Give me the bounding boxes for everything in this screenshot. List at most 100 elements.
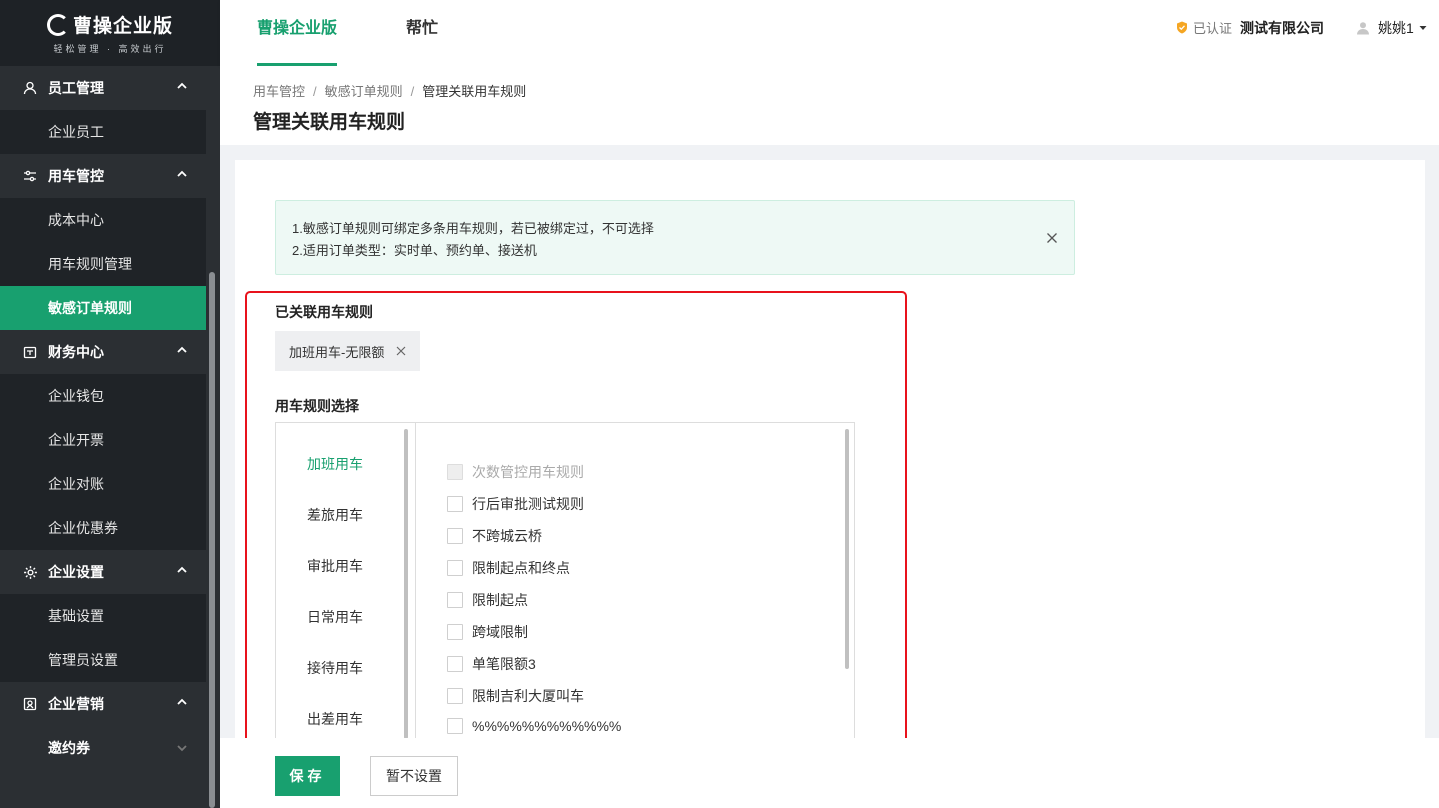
breadcrumb-separator: / xyxy=(313,84,317,99)
sidebar-item-admin-settings[interactable]: 管理员设置 xyxy=(0,638,206,682)
rule-option-label: 限制吉利大厦叫车 xyxy=(472,688,584,704)
rule-option[interactable]: 限制吉利大厦叫车 xyxy=(447,686,584,706)
rule-option[interactable]: 行后审批测试规则 xyxy=(447,494,584,514)
caret-down-icon xyxy=(1419,26,1427,30)
verified-badge: 已认证 xyxy=(1176,18,1232,37)
rule-option-label: 行后审批测试规则 xyxy=(472,496,584,512)
checkbox xyxy=(447,464,463,480)
rule-option[interactable]: 跨域限制 xyxy=(447,622,528,642)
rule-option[interactable]: 限制起点和终点 xyxy=(447,558,570,578)
company-name[interactable]: 测试有限公司 xyxy=(1240,18,1324,38)
top-bar: 曹操企业版 帮忙 已认证 测试有限公司 姚姚1 xyxy=(220,0,1439,66)
category-list: 加班用车 差旅用车 审批用车 日常用车 接待用车 出差用车 xyxy=(276,423,416,738)
menu-group-finance[interactable]: 财务中心 xyxy=(0,330,206,374)
sidebar-item-staff[interactable]: 企业员工 xyxy=(0,110,206,154)
category-item[interactable]: 接待用车 xyxy=(307,658,363,678)
checkbox[interactable] xyxy=(447,560,463,576)
sliders-icon xyxy=(22,168,38,184)
remove-tag-icon[interactable] xyxy=(396,346,406,356)
category-scrollbar[interactable] xyxy=(404,429,408,738)
checkbox[interactable] xyxy=(447,528,463,544)
save-button[interactable]: 保存 xyxy=(275,756,340,796)
notice-line: 2.适用订单类型：实时单、预约单、接送机 xyxy=(292,243,537,258)
chevron-up-icon xyxy=(177,82,187,89)
sidebar-item-sensitive-order-rules[interactable]: 敏感订单规则 xyxy=(0,286,206,330)
user-name: 姚姚1 xyxy=(1378,20,1414,36)
logo-title: 曹操企业版 xyxy=(72,16,173,37)
gear-icon xyxy=(22,564,38,580)
menu-group-label: 财务中心 xyxy=(48,344,104,360)
gift-icon xyxy=(22,696,38,712)
menu-group-label: 企业设置 xyxy=(48,564,104,580)
checkbox[interactable] xyxy=(447,688,463,704)
page-header: 用车管控 / 敏感订单规则 / 管理关联用车规则 管理关联用车规则 xyxy=(220,66,1439,145)
checkbox[interactable] xyxy=(447,718,463,734)
rule-option-label: 限制起点 xyxy=(472,592,528,608)
category-item[interactable]: 审批用车 xyxy=(307,556,363,576)
breadcrumb-item[interactable]: 用车管控 xyxy=(253,84,305,99)
breadcrumb-item[interactable]: 敏感订单规则 xyxy=(325,84,403,99)
sidebar-item-cost-center[interactable]: 成本中心 xyxy=(0,198,206,242)
sidebar-scrollbar-thumb[interactable] xyxy=(209,272,215,808)
verified-label: 已认证 xyxy=(1193,21,1233,36)
category-item[interactable]: 差旅用车 xyxy=(307,505,363,525)
sidebar-menu: 员工管理 企业员工 用车管控 成本中心 用车规则管理 敏感订单规则 财务中心 企… xyxy=(0,66,206,770)
logo-c-icon xyxy=(46,13,69,36)
page-title: 管理关联用车规则 xyxy=(253,112,406,133)
rule-selector: 加班用车 差旅用车 审批用车 日常用车 接待用车 出差用车 次数管控用车规则 行… xyxy=(275,422,855,738)
option-list: 次数管控用车规则 行后审批测试规则 不跨城云桥 限制起点和终点 限制起点 跨域限… xyxy=(416,423,854,738)
sidebar-item-wallet[interactable]: 企业钱包 xyxy=(0,374,206,418)
chevron-up-icon xyxy=(177,698,187,705)
sidebar-item-label: 邀约券 xyxy=(48,740,90,756)
sidebar-item-basic-settings[interactable]: 基础设置 xyxy=(0,594,206,638)
menu-group-label: 企业营销 xyxy=(48,696,104,712)
main-content: 1.敏感订单规则可绑定多条用车规则，若已被绑定过，不可选择 2.适用订单类型：实… xyxy=(235,160,1425,738)
rule-selection-label: 用车规则选择 xyxy=(275,398,359,414)
rule-option-label: 限制起点和终点 xyxy=(472,560,570,576)
sidebar-item-vehicle-rules[interactable]: 用车规则管理 xyxy=(0,242,206,286)
option-scrollbar[interactable] xyxy=(845,429,849,669)
category-item[interactable]: 出差用车 xyxy=(307,709,363,729)
close-icon[interactable] xyxy=(1046,232,1058,244)
checkbox[interactable] xyxy=(447,656,463,672)
breadcrumb: 用车管控 / 敏感订单规则 / 管理关联用车规则 xyxy=(253,81,526,100)
notice-line: 1.敏感订单规则可绑定多条用车规则，若已被绑定过，不可选择 xyxy=(292,221,654,236)
tab-help[interactable]: 帮忙 xyxy=(406,0,438,66)
chevron-down-icon xyxy=(177,745,187,752)
breadcrumb-current: 管理关联用车规则 xyxy=(422,84,527,99)
tag-label: 加班用车-无限额 xyxy=(289,344,385,360)
checkbox[interactable] xyxy=(447,592,463,608)
sidebar-item-invite-coupon[interactable]: 邀约券 xyxy=(0,726,206,770)
rule-option[interactable]: 限制起点 xyxy=(447,590,528,610)
checkbox[interactable] xyxy=(447,496,463,512)
logo-subtitle: 轻松管理 · 高效出行 xyxy=(53,44,167,54)
sidebar-item-coupons[interactable]: 企业优惠券 xyxy=(0,506,206,550)
linked-rules-label: 已关联用车规则 xyxy=(275,304,373,320)
rule-option[interactable]: 单笔限额3 xyxy=(447,654,536,674)
rule-option[interactable]: %%%%%%%%%%%% xyxy=(447,718,621,734)
rule-option-label: %%%%%%%%%%%% xyxy=(472,718,622,734)
avatar-icon xyxy=(1357,22,1369,35)
menu-group-marketing[interactable]: 企业营销 xyxy=(0,682,206,726)
category-item[interactable]: 日常用车 xyxy=(307,607,363,627)
shield-check-icon xyxy=(1177,21,1187,34)
category-item[interactable]: 加班用车 xyxy=(307,454,363,474)
skip-button[interactable]: 暂不设置 xyxy=(370,756,458,796)
menu-group-vehicle-control[interactable]: 用车管控 xyxy=(0,154,206,198)
sidebar: 曹操企业版 轻松管理 · 高效出行 员工管理 企业员工 用车管控 成本中心 用车… xyxy=(0,0,220,808)
user-menu[interactable]: 姚姚1 xyxy=(1356,18,1427,38)
rule-option-label: 跨域限制 xyxy=(472,624,528,640)
sidebar-item-invoice[interactable]: 企业开票 xyxy=(0,418,206,462)
info-notice: 1.敏感订单规则可绑定多条用车规则，若已被绑定过，不可选择 2.适用订单类型：实… xyxy=(275,200,1075,275)
rule-option: 次数管控用车规则 xyxy=(447,462,584,482)
tab-enterprise[interactable]: 曹操企业版 xyxy=(257,0,338,66)
sidebar-item-reconciliation[interactable]: 企业对账 xyxy=(0,462,206,506)
rule-option-label: 不跨城云桥 xyxy=(472,528,542,544)
menu-group-settings[interactable]: 企业设置 xyxy=(0,550,206,594)
logo[interactable]: 曹操企业版 轻松管理 · 高效出行 xyxy=(0,0,220,66)
checkbox[interactable] xyxy=(447,624,463,640)
chevron-up-icon xyxy=(177,346,187,353)
rule-option[interactable]: 不跨城云桥 xyxy=(447,526,542,546)
rule-option-label: 单笔限额3 xyxy=(472,656,536,672)
menu-group-staff[interactable]: 员工管理 xyxy=(0,66,206,110)
